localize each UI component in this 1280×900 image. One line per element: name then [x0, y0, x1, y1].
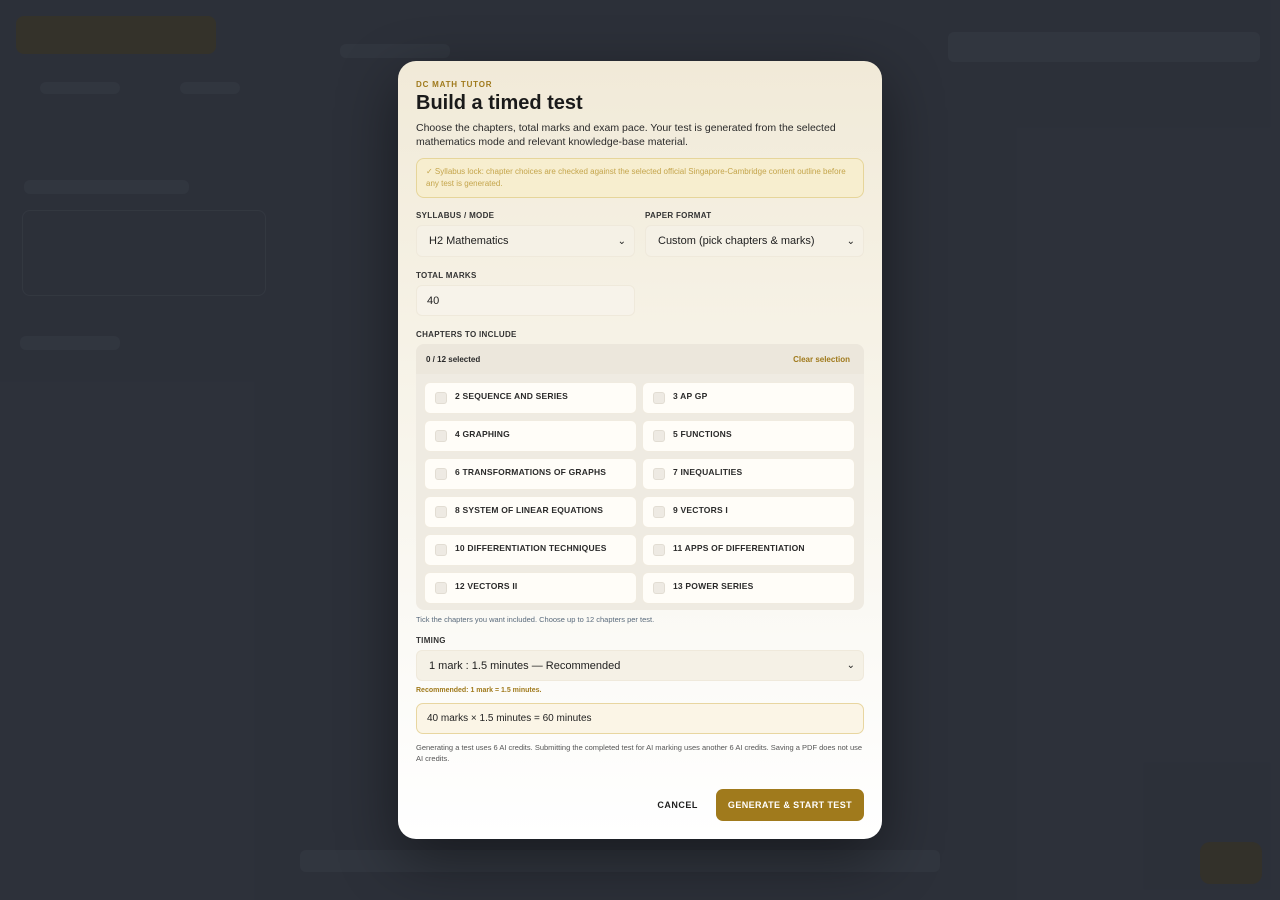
chapter-option[interactable]: 11 APPS OF DIFFERENTIATION	[642, 534, 855, 566]
chapter-option[interactable]: 6 TRANSFORMATIONS OF GRAPHS	[424, 458, 637, 490]
chapter-label: 5 FUNCTIONS	[673, 429, 732, 439]
chapter-label: 8 SYSTEM OF LINEAR EQUATIONS	[455, 505, 604, 515]
syllabus-value: H2 Mathematics	[429, 235, 509, 247]
timing-value: 1 mark : 1.5 minutes — Recommended	[429, 659, 621, 672]
chapter-label: 3 AP GP	[673, 391, 708, 401]
cancel-button[interactable]: CANCEL	[657, 800, 698, 810]
chapter-option[interactable]: 12 VECTORS II	[424, 572, 637, 604]
credits-footnote: Generating a test uses 6 AI credits. Sub…	[416, 743, 863, 763]
checkbox[interactable]	[653, 506, 665, 518]
chapters-label: CHAPTERS TO INCLUDE	[416, 330, 517, 339]
clear-selection-button[interactable]: Clear selection	[793, 355, 850, 364]
total-marks-value: 40	[427, 294, 440, 307]
checkbox[interactable]	[435, 430, 447, 442]
syllabus-field: SYLLABUS / MODE H2 Mathematics ⌄	[416, 211, 635, 257]
dialog-description: Choose the chapters, total marks and exa…	[416, 122, 836, 148]
chapter-label: 9 VECTORS I	[673, 505, 728, 515]
chapter-label: 2 SEQUENCE AND SERIES	[455, 391, 568, 401]
chapters-field: CHAPTERS TO INCLUDE 0 / 12 selected Clea…	[416, 330, 864, 624]
checkbox[interactable]	[435, 544, 447, 556]
dialog-eyebrow: DC MATH TUTOR	[416, 80, 493, 89]
syllabus-select[interactable]: H2 Mathematics ⌄	[416, 225, 635, 257]
checkbox[interactable]	[653, 392, 665, 404]
chevron-down-icon: ⌄	[617, 235, 626, 247]
paper-format-select[interactable]: Custom (pick chapters & marks) ⌄	[645, 225, 864, 257]
checkbox[interactable]	[653, 544, 665, 556]
chapter-option[interactable]: 4 GRAPHING	[424, 420, 637, 452]
chevron-down-icon: ⌄	[846, 660, 855, 671]
chapter-option[interactable]: 5 FUNCTIONS	[642, 420, 855, 452]
chapter-grid: 2 SEQUENCE AND SERIES 3 AP GP 4 GRAPHING…	[416, 374, 864, 604]
total-marks-input[interactable]: 40	[416, 285, 635, 316]
chapter-label: 11 APPS OF DIFFERENTIATION	[673, 543, 805, 553]
checkbox[interactable]	[653, 468, 665, 480]
checkbox[interactable]	[435, 506, 447, 518]
timing-recommendation: Recommended: 1 mark = 1.5 minutes.	[416, 687, 542, 694]
chapter-option[interactable]: 2 SEQUENCE AND SERIES	[424, 382, 637, 414]
chapters-panel: 0 / 12 selected Clear selection 2 SEQUEN…	[416, 344, 864, 610]
generate-start-test-button[interactable]: GENERATE & START TEST	[715, 789, 864, 821]
timed-test-dialog: DC MATH TUTOR Build a timed test Choose …	[398, 61, 882, 839]
chapter-label: 4 GRAPHING	[455, 429, 510, 439]
paper-format-value: Custom (pick chapters & marks)	[658, 235, 815, 247]
chapter-option[interactable]: 8 SYSTEM OF LINEAR EQUATIONS	[424, 496, 637, 528]
timing-label: TIMING	[416, 636, 446, 645]
syllabus-label: SYLLABUS / MODE	[416, 211, 495, 220]
chapter-label: 12 VECTORS II	[455, 581, 518, 591]
syllabus-lock-notice: ✓ Syllabus lock: chapter choices are che…	[416, 158, 864, 198]
paper-format-label: PAPER FORMAT	[645, 211, 712, 220]
chapter-label: 13 POWER SERIES	[673, 581, 754, 591]
checkbox[interactable]	[435, 582, 447, 594]
duration-calculation: 40 marks × 1.5 minutes = 60 minutes	[416, 703, 864, 734]
paper-format-field: PAPER FORMAT Custom (pick chapters & mar…	[645, 211, 864, 257]
dialog-actions: CANCEL GENERATE & START TEST	[657, 789, 864, 821]
selected-count: 0 / 12 selected	[426, 354, 481, 364]
chapter-option[interactable]: 9 VECTORS I	[642, 496, 855, 528]
checkbox[interactable]	[435, 468, 447, 480]
chapter-option[interactable]: 13 POWER SERIES	[642, 572, 855, 604]
timing-select[interactable]: 1 mark : 1.5 minutes — Recommended ⌄	[416, 650, 864, 681]
checkbox[interactable]	[435, 392, 447, 404]
chapter-label: 7 INEQUALITIES	[673, 467, 743, 477]
checkbox[interactable]	[653, 582, 665, 594]
total-marks-field: TOTAL MARKS 40	[416, 271, 864, 316]
chapter-option[interactable]: 3 AP GP	[642, 382, 855, 414]
chapter-option[interactable]: 10 DIFFERENTIATION TECHNIQUES	[424, 534, 637, 566]
chevron-down-icon: ⌄	[846, 235, 855, 247]
chapters-hint: Tick the chapters you want included. Cho…	[416, 615, 655, 624]
chapter-label: 10 DIFFERENTIATION TECHNIQUES	[455, 543, 607, 553]
chapter-label: 6 TRANSFORMATIONS OF GRAPHS	[455, 467, 607, 477]
timing-field: TIMING 1 mark : 1.5 minutes — Recommende…	[416, 636, 864, 734]
chapters-header: 0 / 12 selected Clear selection	[416, 344, 864, 374]
total-marks-label: TOTAL MARKS	[416, 271, 477, 280]
dialog-title: Build a timed test	[416, 92, 583, 114]
chapter-option[interactable]: 7 INEQUALITIES	[642, 458, 855, 490]
checkbox[interactable]	[653, 430, 665, 442]
